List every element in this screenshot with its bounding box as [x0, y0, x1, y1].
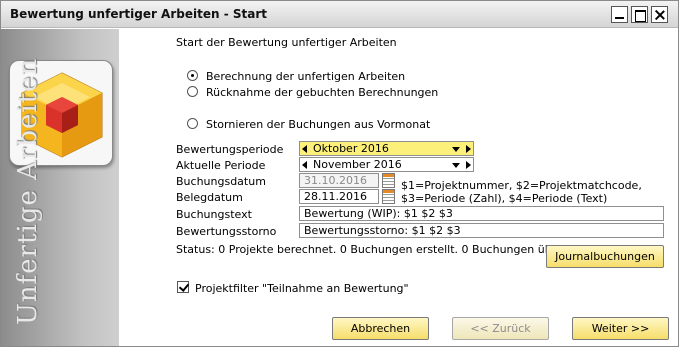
bewertungsstorno-label: Bewertungsstorno [176, 225, 277, 238]
sidebar-banner: Unfertige Arbeiten [1, 29, 119, 346]
bewertungsperiode-label: Bewertungsperiode [176, 143, 284, 156]
buchungstext-field[interactable]: Bewertung (WIP): $1 $2 $3 [299, 206, 664, 221]
radio-stornieren-label[interactable]: Stornieren der Buchungen aus Vormonat [206, 118, 430, 131]
aktuelle-periode-value: November 2016 [313, 158, 402, 171]
sidebar-vertical-title: Unfertige Arbeiten [13, 57, 43, 325]
dialog-window: Bewertung unfertiger Arbeiten - Start Un… [0, 0, 679, 347]
bewertungsperiode-value: Oktober 2016 [313, 142, 389, 155]
bewertungsperiode-select[interactable]: Oktober 2016 [299, 141, 474, 156]
projektfilter-label[interactable]: Projektfilter "Teilnahme an Bewertung" [195, 282, 409, 295]
close-button[interactable] [651, 6, 668, 23]
minimize-button[interactable] [611, 6, 628, 23]
page-heading: Start der Bewertung unfertiger Arbeiten [176, 36, 397, 49]
belegdatum-field[interactable]: 28.11.2016 [299, 189, 379, 204]
radio-berechnung[interactable] [187, 70, 198, 81]
back-button[interactable]: << Zurück [452, 317, 549, 340]
radio-ruecknahme-label[interactable]: Rücknahme der gebuchten Berechnungen [206, 86, 438, 99]
bewertungsstorno-field[interactable]: Bewertungsstorno: $1 $2 $3 [299, 223, 664, 238]
buchungstext-label: Buchungstext [176, 208, 252, 221]
previous-period-icon[interactable] [302, 161, 307, 169]
radio-ruecknahme[interactable] [187, 86, 198, 97]
cancel-button[interactable]: Abbrechen [332, 317, 429, 340]
aktuelle-periode-label: Aktuelle Periode [176, 159, 266, 172]
aktuelle-periode-select[interactable]: November 2016 [299, 157, 474, 172]
window-title: Bewertung unfertiger Arbeiten - Start [10, 7, 267, 21]
journalbuchungen-button[interactable]: Journalbuchungen [546, 245, 664, 268]
previous-period-icon[interactable] [302, 145, 307, 153]
projektfilter-checkbox[interactable] [177, 281, 189, 293]
buchungsdatum-field[interactable]: 31.10.2016 [299, 173, 379, 188]
next-button[interactable]: Weiter >> [572, 317, 669, 340]
dropdown-arrow-icon[interactable] [452, 163, 460, 168]
placeholder-hint: $1=Projektnummer, $2=Projektmatchcode, $… [401, 179, 642, 205]
title-bar[interactable]: Bewertung unfertiger Arbeiten - Start [1, 1, 678, 28]
dropdown-arrow-icon[interactable] [452, 147, 460, 152]
radio-stornieren[interactable] [187, 118, 198, 129]
radio-berechnung-label[interactable]: Berechnung der unfertigen Arbeiten [206, 70, 405, 83]
next-period-icon[interactable] [466, 145, 471, 153]
next-period-icon[interactable] [466, 161, 471, 169]
belegdatum-label-text: Belegdatum [176, 191, 243, 204]
calendar-icon[interactable] [382, 173, 395, 188]
status-text: Status: 0 Projekte berechnet. 0 Buchunge… [176, 243, 598, 256]
buchungsdatum-label: Buchungsdatum [176, 175, 266, 188]
calendar-icon[interactable] [382, 189, 395, 204]
maximize-button[interactable] [631, 6, 648, 23]
